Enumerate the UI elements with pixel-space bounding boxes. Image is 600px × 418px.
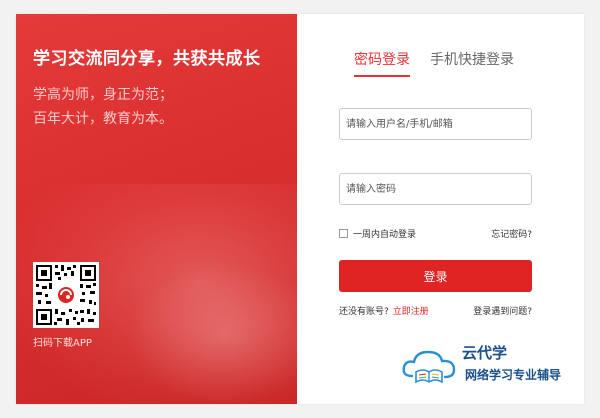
brand-name: 云代学 [462,344,508,362]
remember-me[interactable]: 一周内自动登录 [339,227,416,240]
remember-label: 一周内自动登录 [353,230,417,240]
cloud-book-logo-icon [402,350,456,384]
promo-panel: 学习交流同分享，共获共成长 学高为师，身正为范； 百年大计，教育为本。 扫码下载… [16,14,297,404]
register-line: 还没有账号? 立即注册 [339,304,429,317]
brand-tagline: 网络学习专业辅导 [465,368,562,382]
qr-caption: 扫码下载APP [33,338,92,349]
brand-watermark: 云代学 网络学习专业辅导 [400,342,590,392]
no-account-text: 还没有账号? [339,307,389,317]
login-problem-link[interactable]: 登录遇到问题? [473,304,532,317]
promo-motto-line1: 学高为师，身正为范； [33,87,173,103]
login-button[interactable]: 登录 [339,260,532,292]
login-card: 学习交流同分享，共获共成长 学高为师，身正为范； 百年大计，教育为本。 扫码下载… [16,14,584,404]
qr-code-icon [33,262,99,328]
tab-phone-login[interactable]: 手机快捷登录 [430,49,514,77]
register-link[interactable]: 立即注册 [393,307,429,317]
password-input[interactable] [339,173,532,205]
login-tabs: 密码登录 手机快捷登录 [354,49,514,77]
tab-password-login[interactable]: 密码登录 [354,49,410,77]
promo-slogan: 学习交流同分享，共获共成长 [33,49,261,69]
login-panel: 密码登录 手机快捷登录 一周内自动登录 忘记密码? 登录 还没有账号?立即注册 … [297,14,584,404]
username-input[interactable] [339,108,532,140]
remember-checkbox[interactable] [339,229,348,238]
forgot-password-link[interactable]: 忘记密码? [491,227,532,240]
background-highlight [126,264,297,404]
promo-motto-line2: 百年大计，教育为本。 [33,111,173,127]
